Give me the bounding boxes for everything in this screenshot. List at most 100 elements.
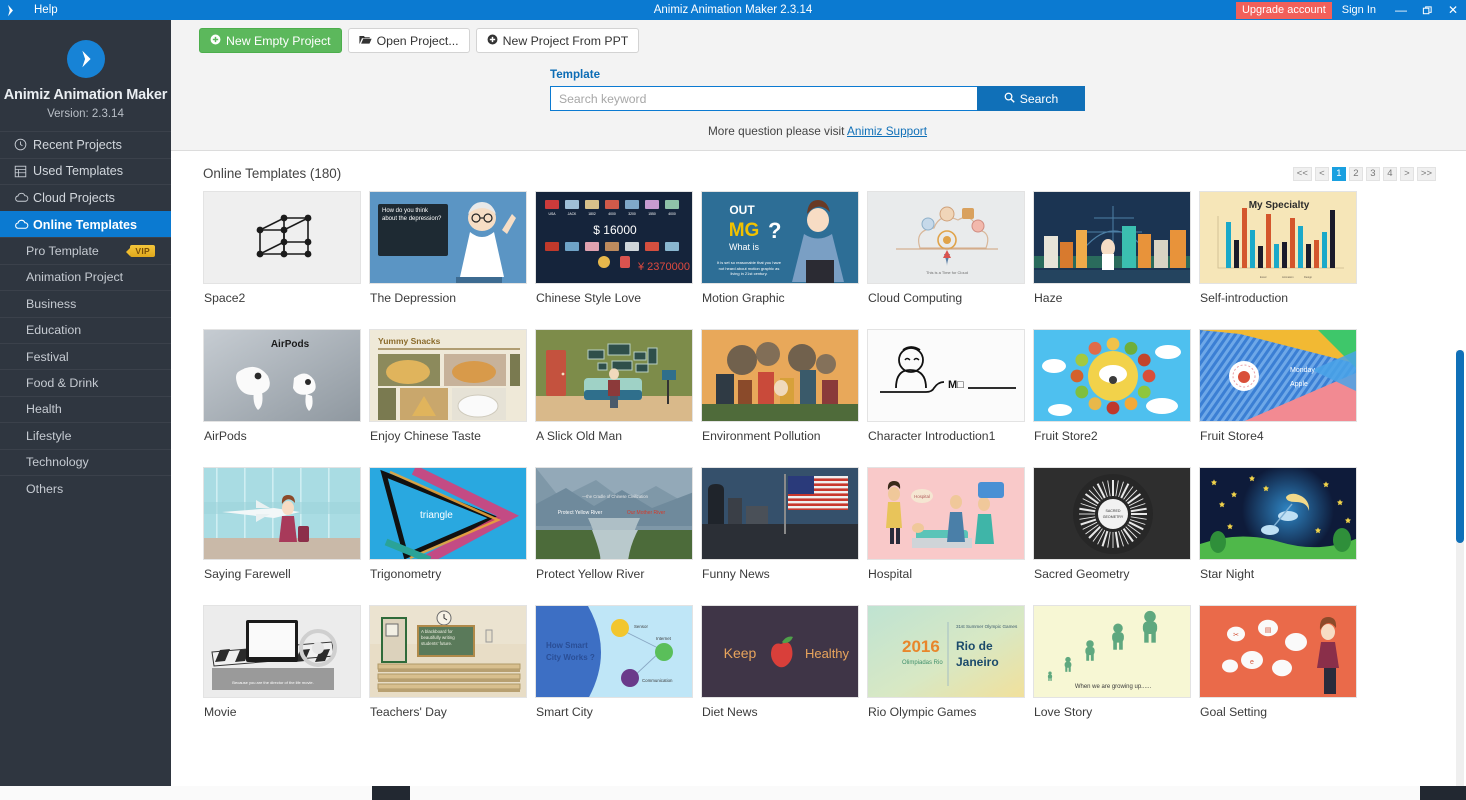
template-card[interactable]: ✂ ▤ e Goal Setting [1199,605,1359,725]
sidebar-item-cloud-projects[interactable]: Cloud Projects [0,184,171,211]
template-card[interactable]: Funny News [701,467,861,587]
template-card[interactable]: A Slick Old Man [535,329,695,449]
template-card[interactable]: Space2 [203,191,363,311]
template-thumbnail[interactable]: triangle [369,467,527,560]
template-thumbnail[interactable]: Monday Apple [1199,329,1357,422]
svg-text:Protect Yellow River: Protect Yellow River [558,510,603,516]
sidebar-item-recent-projects[interactable]: Recent Projects [0,131,171,158]
template-name: Self-introduction [1200,291,1289,305]
page-3[interactable]: 3 [1365,166,1380,181]
template-card[interactable]: Star Night [1199,467,1359,587]
template-card[interactable]: 2016 Olimpiadas Rio 31st Summer Olympic … [867,605,1027,725]
sidebar-subitem-others[interactable]: Others [0,474,171,501]
sidebar-subitem-education[interactable]: Education [0,316,171,343]
svg-text:M□: M□ [948,379,964,391]
search-button[interactable]: Search [977,86,1085,111]
template-thumbnail[interactable]: —the Cradle of Chinese Civilization Prot… [535,467,693,560]
close-icon[interactable]: ✕ [1440,0,1466,20]
template-thumbnail[interactable] [1033,191,1191,284]
svg-text:AirPods: AirPods [271,339,310,350]
template-thumbnail[interactable] [701,329,859,422]
sign-in-button[interactable]: Sign In [1342,4,1376,16]
page-1[interactable]: 1 [1331,166,1346,181]
template-thumbnail[interactable]: M□ [867,329,1025,422]
template-thumbnail[interactable]: ✂ ▤ e [1199,605,1357,698]
page-2[interactable]: 2 [1348,166,1363,181]
sidebar-subitem-lifestyle[interactable]: Lifestyle [0,422,171,448]
sidebar-subitem-festival[interactable]: Festival [0,342,171,369]
animiz-support-link[interactable]: Animiz Support [847,124,927,138]
sidebar-subitem-technology[interactable]: Technology [0,448,171,475]
template-card[interactable]: AirPods AirPods [203,329,363,449]
template-card[interactable]: SACRED GEOMETRY Sacred Geometry [1033,467,1193,587]
template-card[interactable]: This is a Time for Cloud Cloud Computing [867,191,1027,311]
template-card[interactable]: Monday Apple Fruit Store4 [1199,329,1359,449]
template-thumbnail[interactable]: Because you are the director of the life… [203,605,361,698]
upgrade-account-button[interactable]: Upgrade account [1235,1,1332,19]
page-4[interactable]: 4 [1382,166,1397,181]
template-thumbnail[interactable]: How do you think about the depression? [369,191,527,284]
new-project-from-ppt-button[interactable]: New Project From PPT [475,28,640,53]
template-card[interactable]: Because you are the director of the life… [203,605,363,725]
sidebar-subitem-business[interactable]: Business [0,290,171,316]
template-thumbnail[interactable]: Yummy Snacks [369,329,527,422]
template-name: Chinese Style Love [536,291,642,305]
template-card[interactable]: Hospital Hospital [867,467,1027,587]
page-prev[interactable]: < [1314,166,1329,181]
template-thumbnail[interactable] [203,191,361,284]
template-thumbnail[interactable]: My Specialty Excel Animation Design [1199,191,1357,284]
template-thumbnail[interactable] [1033,329,1191,422]
sidebar-subitem-health[interactable]: Health [0,395,171,422]
template-card[interactable]: M□ Character Introduction1 [867,329,1027,449]
template-card[interactable]: USA JACK 1802 4000 3200 1550 4000 $ 16000 ¥ 23… [535,191,695,311]
page-next[interactable]: > [1399,166,1414,181]
template-card[interactable]: OUT MG ? What is It is set so reasonable… [701,191,861,311]
template-thumbnail[interactable] [701,467,859,560]
template-card[interactable]: triangle Trigonometry [369,467,529,587]
search-input[interactable] [550,86,977,111]
template-thumbnail[interactable] [1199,467,1357,560]
scrollbar-thumb[interactable] [1456,350,1464,543]
template-thumbnail[interactable]: 2016 Olimpiadas Rio 31st Summer Olympic … [867,605,1025,698]
sidebar-item-used-templates[interactable]: Used Templates [0,157,171,185]
template-card[interactable]: Saying Farewell [203,467,363,587]
template-card[interactable]: —the Cradle of Chinese Civilization Prot… [535,467,695,587]
template-card[interactable]: When we are growing up...... Love Story [1033,605,1193,725]
template-thumbnail[interactable] [203,467,361,560]
template-thumbnail[interactable]: USA JACK 1802 4000 3200 1550 4000 $ 16000 ¥ 23… [535,191,693,284]
template-thumbnail[interactable]: A blackboard for beautifully writing stu… [369,605,527,698]
template-thumbnail[interactable]: Hospital [867,467,1025,560]
template-card[interactable]: Keep Healthy Diet News [701,605,861,725]
template-thumbnail[interactable]: Keep Healthy [701,605,859,698]
minimize-icon[interactable]: — [1388,0,1414,20]
new-empty-project-button[interactable]: New Empty Project [199,28,342,53]
template-card[interactable]: How Smart City Works ? Sensor Internet C… [535,605,695,725]
template-card[interactable]: Environment Pollution [701,329,861,449]
template-name: Character Introduction1 [868,429,996,443]
template-thumbnail[interactable]: SACRED GEOMETRY [1033,467,1191,560]
sidebar-subitem-pro-template[interactable]: Pro Template VIP [0,237,171,263]
template-thumbnail[interactable]: When we are growing up...... [1033,605,1191,698]
template-thumbnail[interactable]: AirPods [203,329,361,422]
restore-icon[interactable] [1414,0,1440,20]
template-thumbnail[interactable]: This is a Time for Cloud [867,191,1025,284]
template-thumbnail[interactable] [535,329,693,422]
template-card[interactable]: Yummy Snacks Enjoy Chinese Taste [369,329,529,449]
page-first[interactable]: << [1292,166,1312,181]
sidebar-subitem-animation-project[interactable]: Animation Project [0,263,171,290]
page-last[interactable]: >> [1416,166,1436,181]
sidebar-subitem-food-drink[interactable]: Food & Drink [0,369,171,395]
svg-text:Design: Design [1304,275,1313,279]
template-thumbnail[interactable]: OUT MG ? What is It is set so reasonable… [701,191,859,284]
sidebar-item-online-templates[interactable]: Online Templates [0,210,171,238]
open-project-button[interactable]: Open Project... [347,28,470,53]
template-card[interactable]: Fruit Store2 [1033,329,1193,449]
template-card[interactable]: How do you think about the depression? T… [369,191,529,311]
top-toolbar: New Empty Project Open Project... New Pr… [171,20,1466,151]
template-card[interactable]: A blackboard for beautifully writing stu… [369,605,529,725]
template-card[interactable]: My Specialty Excel Animation Design Self-in… [1199,191,1359,311]
menu-help[interactable]: Help [28,2,64,18]
template-card[interactable]: Haze [1033,191,1193,311]
template-thumbnail[interactable]: How Smart City Works ? Sensor Internet C… [535,605,693,698]
template-name: Smart City [536,705,593,719]
